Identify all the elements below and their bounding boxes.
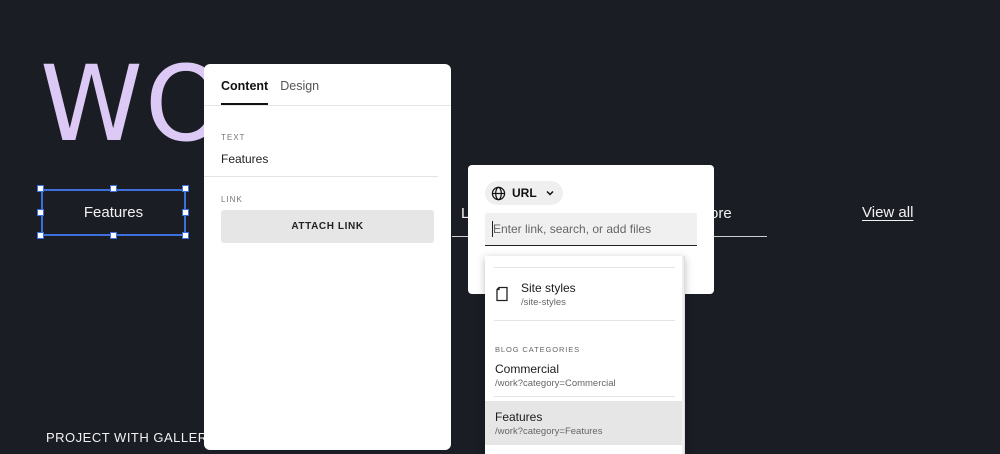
link-search-input[interactable] — [493, 222, 697, 236]
tab-design[interactable]: Design — [280, 79, 319, 105]
globe-icon — [491, 186, 506, 201]
text-section-label: TEXT — [221, 133, 246, 142]
link-results-dropdown: Site styles /site-styles BLOG CATEGORIES… — [485, 256, 685, 454]
filter-features-selected[interactable]: Features — [41, 189, 186, 236]
result-path: /work?category=Features — [495, 425, 603, 437]
filter-features-label: Features — [83, 204, 144, 221]
tab-content[interactable]: Content — [221, 79, 269, 105]
resize-handle-tl[interactable] — [37, 185, 44, 192]
result-path: /work?category=Commercial — [495, 377, 616, 389]
hero-title: WO — [40, 43, 229, 165]
result-title: Site styles — [521, 280, 576, 295]
project-label: PROJECT WITH GALLERY — [46, 430, 217, 445]
resize-handle-br[interactable] — [182, 232, 189, 239]
dropdown-scrollbar[interactable] — [682, 256, 684, 454]
resize-handle-bm[interactable] — [110, 232, 117, 239]
result-commercial[interactable]: Commercial /work?category=Commercial — [485, 354, 684, 396]
url-type-dropdown[interactable]: URL — [485, 181, 563, 205]
resize-handle-tr[interactable] — [182, 185, 189, 192]
text-caret — [492, 221, 493, 237]
resize-handle-mr[interactable] — [182, 209, 189, 216]
blog-categories-heading: BLOG CATEGORIES — [495, 345, 581, 354]
content-panel: Content Design TEXT Features LINK ATTACH… — [204, 64, 451, 450]
resize-handle-tm[interactable] — [110, 185, 117, 192]
url-type-label: URL — [512, 186, 537, 200]
chevron-down-icon — [545, 188, 555, 198]
panel-tabs: Content Design — [204, 64, 451, 106]
page-icon — [495, 286, 509, 302]
view-all-link[interactable]: View all — [862, 204, 913, 221]
resize-handle-bl[interactable] — [37, 232, 44, 239]
text-value-field[interactable]: Features — [204, 142, 438, 177]
result-path: /site-styles — [521, 296, 566, 308]
resize-handle-ml[interactable] — [37, 209, 44, 216]
result-site-styles[interactable]: Site styles /site-styles — [485, 268, 684, 320]
result-title: Features — [495, 409, 543, 424]
link-section-label: LINK — [221, 195, 243, 204]
link-search-field[interactable] — [485, 213, 697, 246]
attach-link-button[interactable]: ATTACH LINK — [221, 210, 434, 243]
result-features[interactable]: Features /work?category=Features — [485, 401, 684, 445]
result-title: Commercial — [495, 361, 560, 376]
